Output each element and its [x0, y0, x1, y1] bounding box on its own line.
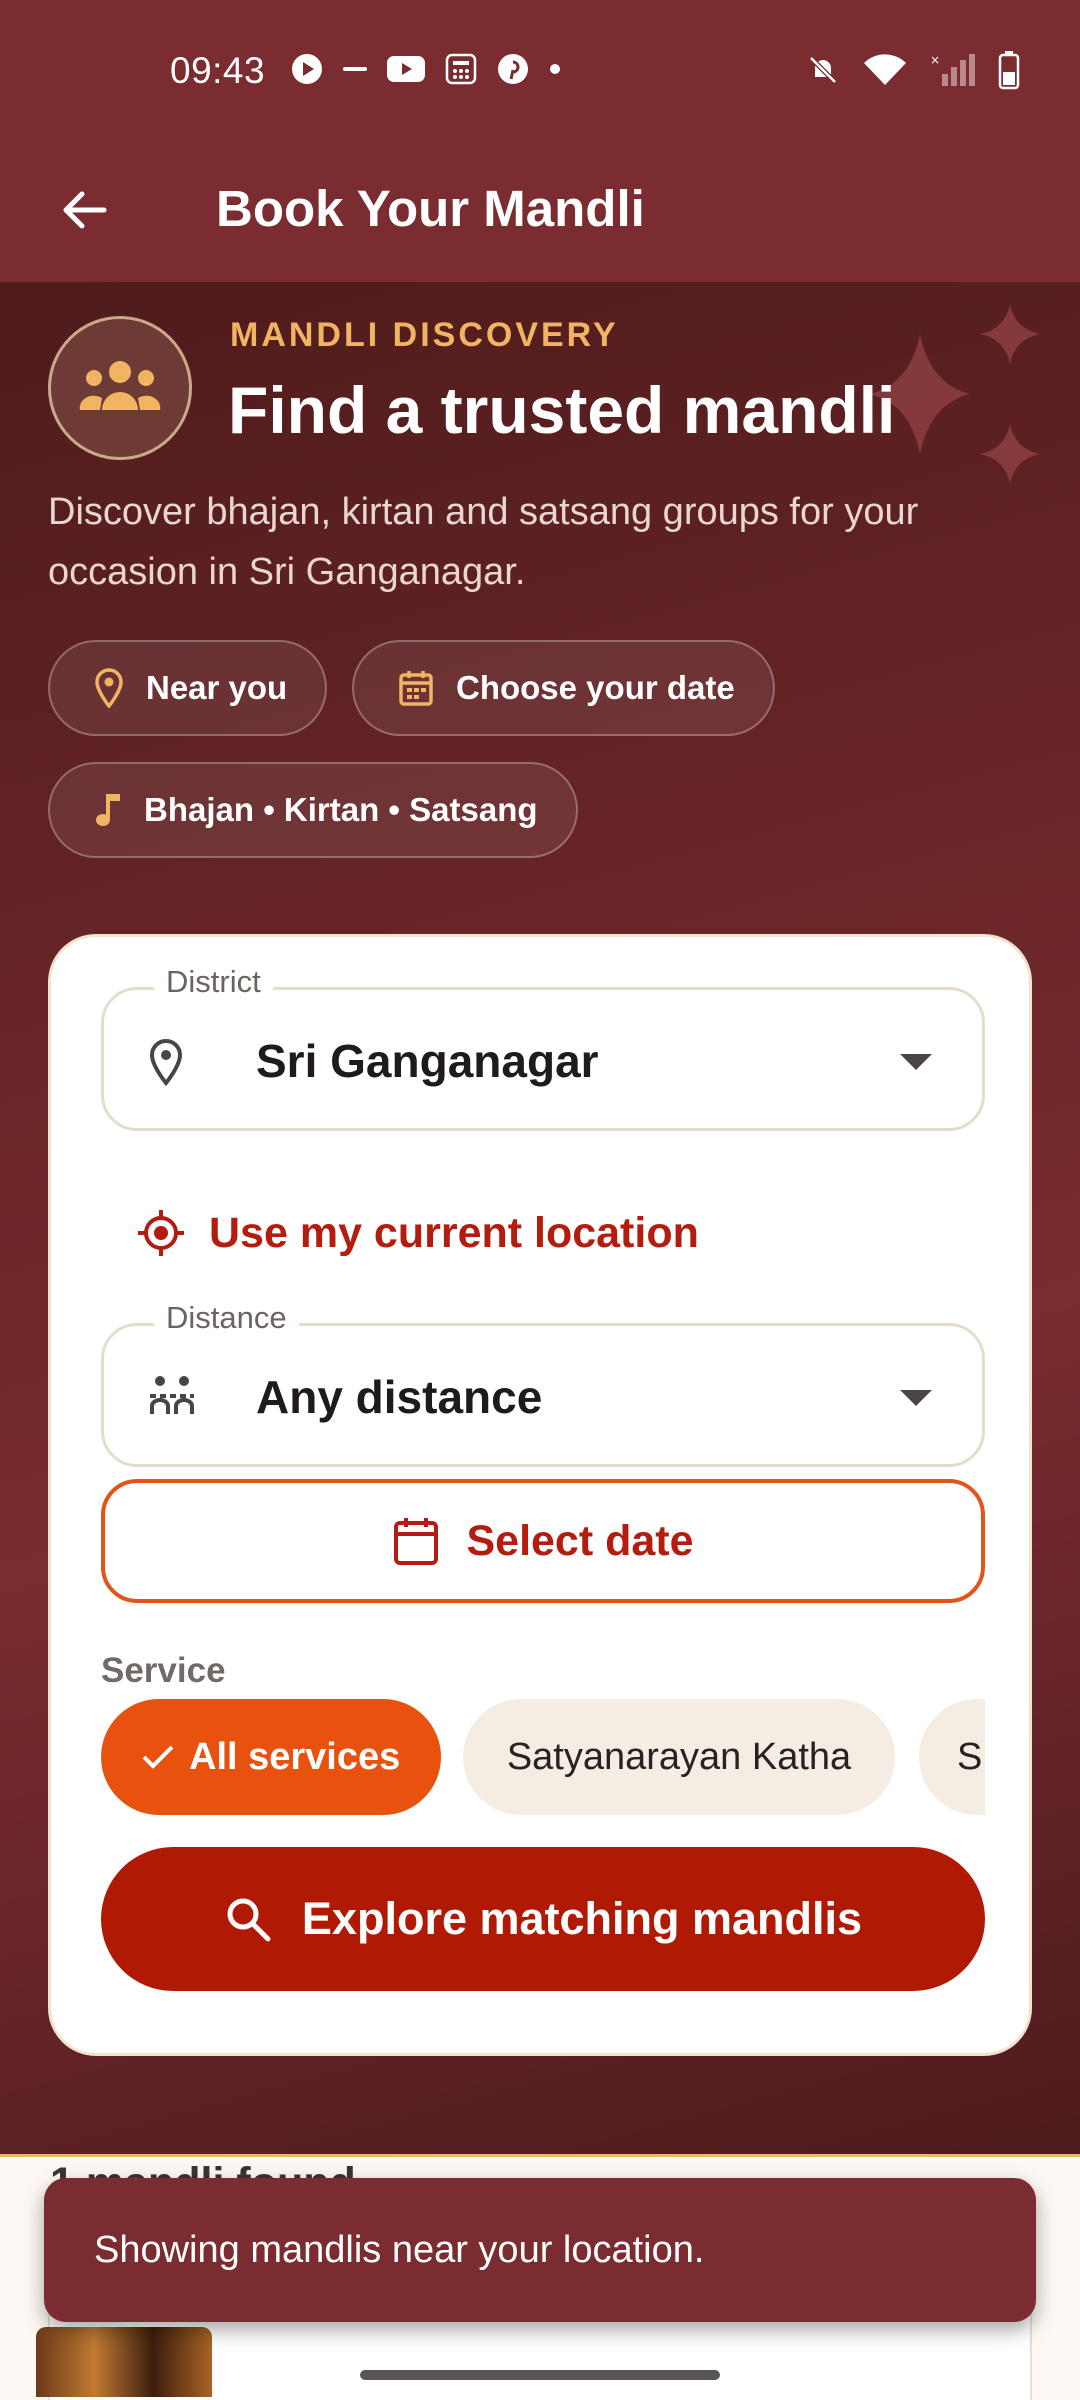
- chevron-down-icon: [900, 1054, 932, 1070]
- distance-value: Any distance: [256, 1371, 543, 1423]
- explore-matching-mandlis-button[interactable]: Explore matching mandlis: [101, 1847, 985, 1991]
- distance-dropdown[interactable]: Distance Any distance: [101, 1300, 985, 1467]
- dot-icon: [550, 64, 560, 74]
- district-dropdown[interactable]: District Sri Ganganagar: [101, 964, 985, 1131]
- service-chips: All services Satyanarayan Katha S: [101, 1699, 985, 1815]
- pill-label: Choose your date: [456, 669, 735, 706]
- back-button[interactable]: [44, 170, 124, 250]
- pill-label: Near you: [146, 669, 288, 706]
- use-current-location-button[interactable]: Use my current location: [135, 1207, 699, 1259]
- section-eyebrow: MANDLI DISCOVERY: [230, 316, 619, 354]
- use-location-label: Use my current location: [209, 1208, 699, 1257]
- search-card: District Sri Ganganagar Use my current l…: [48, 934, 1032, 2056]
- chip-label: S: [957, 1735, 983, 1778]
- small-app-icon: [343, 67, 367, 71]
- wifi-icon: [864, 54, 906, 85]
- distance-icon: [150, 1376, 194, 1414]
- calendar-icon: [394, 1518, 439, 1565]
- chip-all-services[interactable]: All services: [101, 1699, 441, 1815]
- status-bar: 09:43 ×: [0, 0, 1080, 140]
- distance-label: Distance: [154, 1300, 299, 1336]
- pill-near-you[interactable]: Near you: [48, 640, 328, 736]
- select-date-label: Select date: [466, 1516, 694, 1565]
- youtube-icon: [387, 56, 425, 82]
- district-label: District: [154, 964, 273, 1000]
- system-icons: ×: [806, 50, 1020, 90]
- explore-label: Explore matching mandlis: [301, 1893, 863, 1944]
- arrow-left-icon: [63, 191, 107, 229]
- app-bar: Book Your Mandli: [0, 140, 1080, 282]
- pill-choose-date[interactable]: Choose your date: [352, 640, 775, 736]
- check-icon: [142, 1745, 174, 1769]
- chip-service-partial[interactable]: S: [919, 1699, 985, 1815]
- hero-description: Discover bhajan, kirtan and satsang grou…: [48, 491, 919, 593]
- sparkle-decoration-icon: [870, 304, 1040, 484]
- calculator-icon: [445, 53, 477, 85]
- select-date-button[interactable]: Select date: [101, 1479, 985, 1603]
- chevron-down-icon: [900, 1390, 932, 1406]
- group-avatar: [48, 316, 192, 460]
- page-title: Book Your Mandli: [216, 180, 645, 237]
- search-icon: [227, 1898, 271, 1942]
- music-note-icon: [96, 794, 120, 826]
- discovery-hero: MANDLI DISCOVERY Find a trusted mandli D…: [0, 282, 1080, 2160]
- gesture-nav-handle[interactable]: [360, 2370, 720, 2380]
- status-time: 09:43: [170, 50, 266, 91]
- signal-icon: ×: [930, 53, 975, 86]
- play-notification-icon: [292, 54, 322, 84]
- notification-icons: [290, 52, 562, 86]
- mandli-thumbnail: [36, 2327, 212, 2397]
- group-icon: [79, 361, 161, 410]
- pill-label: Bhajan • Kirtan • Satsang: [144, 791, 538, 828]
- district-value: Sri Ganganagar: [256, 1035, 599, 1087]
- svg-text:×: ×: [930, 53, 940, 67]
- hero-title: Find a trusted mandli: [228, 373, 896, 447]
- service-label: Service: [101, 1651, 226, 1690]
- chip-satyanarayan-katha[interactable]: Satyanarayan Katha: [463, 1699, 895, 1815]
- chip-label: Satyanarayan Katha: [506, 1735, 852, 1778]
- calendar-icon: [399, 671, 433, 706]
- chip-label: All services: [189, 1735, 401, 1778]
- snackbar-message: Showing mandlis near your location.: [94, 2228, 705, 2271]
- pinterest-icon: [498, 54, 528, 84]
- location-pin-icon: [95, 668, 123, 708]
- location-pin-icon: [149, 1038, 183, 1086]
- snackbar: Showing mandlis near your location.: [44, 2178, 1036, 2322]
- pill-bhajan-kirtan-satsang[interactable]: Bhajan • Kirtan • Satsang: [48, 762, 578, 858]
- battery-icon: [998, 51, 1020, 90]
- bell-off-icon: [809, 56, 837, 84]
- crosshair-location-icon: [138, 1210, 184, 1256]
